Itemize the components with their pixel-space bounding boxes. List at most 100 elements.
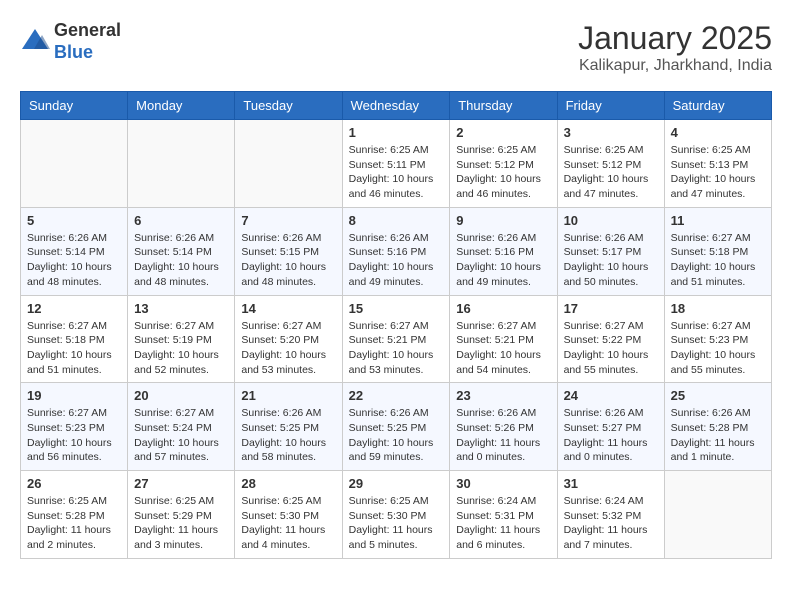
day-number: 29 [349, 476, 444, 491]
title-section: January 2025 Kalikapur, Jharkhand, India [578, 20, 772, 75]
calendar-cell: 13 Sunrise: 6:27 AM Sunset: 5:19 PM Dayli… [128, 295, 235, 383]
calendar-cell: 25 Sunrise: 6:26 AM Sunset: 5:28 PM Dayli… [664, 383, 771, 471]
calendar-cell: 6 Sunrise: 6:26 AM Sunset: 5:14 PM Daylig… [128, 207, 235, 295]
calendar-cell: 10Sunrise: 6:26 AM Sunset: 5:17 PM Dayli… [557, 207, 664, 295]
calendar-cell [128, 120, 235, 208]
day-number: 25 [671, 388, 765, 403]
weekday-thursday: Thursday [450, 92, 557, 120]
day-info: Sunrise: 6:26 AM Sunset: 5:15 PM Dayligh… [241, 231, 335, 290]
calendar-cell [235, 120, 342, 208]
calendar-cell: 22 Sunrise: 6:26 AM Sunset: 5:25 PM Dayli… [342, 383, 450, 471]
logo-icon [20, 27, 50, 57]
day-number: 10 [564, 213, 658, 228]
day-number: 24 [564, 388, 658, 403]
day-info: Sunrise: 6:27 AM Sunset: 5:20 PM Dayligh… [241, 319, 335, 378]
month-title: January 2025 [578, 20, 772, 57]
calendar-cell: 30Sunrise: 6:24 AM Sunset: 5:31 PM Dayli… [450, 471, 557, 559]
day-info: Sunrise: 6:25 AM Sunset: 5:13 PM Dayligh… [671, 143, 765, 202]
day-number: 14 [241, 301, 335, 316]
calendar-cell: 3 Sunrise: 6:25 AM Sunset: 5:12 PM Daylig… [557, 120, 664, 208]
day-number: 1 [349, 125, 444, 140]
day-number: 7 [241, 213, 335, 228]
calendar-cell: 11 Sunrise: 6:27 AM Sunset: 5:18 PM Dayli… [664, 207, 771, 295]
calendar-cell: 16Sunrise: 6:27 AM Sunset: 5:21 PM Dayli… [450, 295, 557, 383]
day-number: 15 [349, 301, 444, 316]
calendar-cell: 21Sunrise: 6:26 AM Sunset: 5:25 PM Dayli… [235, 383, 342, 471]
day-number: 4 [671, 125, 765, 140]
day-info: Sunrise: 6:26 AM Sunset: 5:14 PM Dayligh… [134, 231, 228, 290]
calendar-cell: 29Sunrise: 6:25 AM Sunset: 5:30 PM Dayli… [342, 471, 450, 559]
weekday-tuesday: Tuesday [235, 92, 342, 120]
day-number: 28 [241, 476, 335, 491]
day-number: 20 [134, 388, 228, 403]
day-number: 19 [27, 388, 121, 403]
calendar: SundayMondayTuesdayWednesdayThursdayFrid… [20, 91, 772, 559]
day-info: Sunrise: 6:24 AM Sunset: 5:31 PM Dayligh… [456, 494, 550, 553]
calendar-cell: 26 Sunrise: 6:25 AM Sunset: 5:28 PM Dayli… [21, 471, 128, 559]
calendar-cell: 23Sunrise: 6:26 AM Sunset: 5:26 PM Dayli… [450, 383, 557, 471]
day-number: 12 [27, 301, 121, 316]
day-info: Sunrise: 6:25 AM Sunset: 5:11 PM Dayligh… [349, 143, 444, 202]
day-info: Sunrise: 6:25 AM Sunset: 5:28 PM Dayligh… [27, 494, 121, 553]
day-info: Sunrise: 6:27 AM Sunset: 5:21 PM Dayligh… [349, 319, 444, 378]
logo: General Blue [20, 20, 121, 63]
day-info: Sunrise: 6:27 AM Sunset: 5:24 PM Dayligh… [134, 406, 228, 465]
day-info: Sunrise: 6:26 AM Sunset: 5:26 PM Dayligh… [456, 406, 550, 465]
calendar-cell: 18 Sunrise: 6:27 AM Sunset: 5:23 PM Dayli… [664, 295, 771, 383]
day-number: 9 [456, 213, 550, 228]
logo-text: General Blue [54, 20, 121, 63]
day-info: Sunrise: 6:27 AM Sunset: 5:18 PM Dayligh… [27, 319, 121, 378]
calendar-cell: 7 Sunrise: 6:26 AM Sunset: 5:15 PM Daylig… [235, 207, 342, 295]
day-info: Sunrise: 6:27 AM Sunset: 5:23 PM Dayligh… [27, 406, 121, 465]
calendar-cell: 1 Sunrise: 6:25 AM Sunset: 5:11 PM Daylig… [342, 120, 450, 208]
day-info: Sunrise: 6:27 AM Sunset: 5:19 PM Dayligh… [134, 319, 228, 378]
day-info: Sunrise: 6:25 AM Sunset: 5:12 PM Dayligh… [456, 143, 550, 202]
calendar-header: SundayMondayTuesdayWednesdayThursdayFrid… [21, 92, 772, 120]
day-info: Sunrise: 6:25 AM Sunset: 5:12 PM Dayligh… [564, 143, 658, 202]
calendar-cell: 4 Sunrise: 6:25 AM Sunset: 5:13 PM Daylig… [664, 120, 771, 208]
calendar-cell [664, 471, 771, 559]
day-number: 8 [349, 213, 444, 228]
day-info: Sunrise: 6:27 AM Sunset: 5:23 PM Dayligh… [671, 319, 765, 378]
calendar-cell [21, 120, 128, 208]
calendar-cell: 2Sunrise: 6:25 AM Sunset: 5:12 PM Daylig… [450, 120, 557, 208]
day-number: 16 [456, 301, 550, 316]
page-header: General Blue January 2025 Kalikapur, Jha… [20, 20, 772, 75]
day-number: 11 [671, 213, 765, 228]
calendar-cell: 9 Sunrise: 6:26 AM Sunset: 5:16 PM Daylig… [450, 207, 557, 295]
logo-blue: Blue [54, 42, 121, 64]
calendar-cell: 19 Sunrise: 6:27 AM Sunset: 5:23 PM Dayli… [21, 383, 128, 471]
day-number: 5 [27, 213, 121, 228]
day-number: 31 [564, 476, 658, 491]
week-row-3: 12 Sunrise: 6:27 AM Sunset: 5:18 PM Dayli… [21, 295, 772, 383]
day-number: 13 [134, 301, 228, 316]
day-number: 3 [564, 125, 658, 140]
weekday-wednesday: Wednesday [342, 92, 450, 120]
day-number: 26 [27, 476, 121, 491]
day-info: Sunrise: 6:26 AM Sunset: 5:14 PM Dayligh… [27, 231, 121, 290]
day-number: 18 [671, 301, 765, 316]
week-row-4: 19 Sunrise: 6:27 AM Sunset: 5:23 PM Dayli… [21, 383, 772, 471]
week-row-5: 26 Sunrise: 6:25 AM Sunset: 5:28 PM Dayli… [21, 471, 772, 559]
logo-general: General [54, 20, 121, 42]
day-number: 22 [349, 388, 444, 403]
day-info: Sunrise: 6:25 AM Sunset: 5:30 PM Dayligh… [241, 494, 335, 553]
day-info: Sunrise: 6:26 AM Sunset: 5:28 PM Dayligh… [671, 406, 765, 465]
calendar-cell: 27Sunrise: 6:25 AM Sunset: 5:29 PM Dayli… [128, 471, 235, 559]
weekday-friday: Friday [557, 92, 664, 120]
day-info: Sunrise: 6:27 AM Sunset: 5:22 PM Dayligh… [564, 319, 658, 378]
day-info: Sunrise: 6:27 AM Sunset: 5:18 PM Dayligh… [671, 231, 765, 290]
day-info: Sunrise: 6:26 AM Sunset: 5:16 PM Dayligh… [349, 231, 444, 290]
day-number: 6 [134, 213, 228, 228]
weekday-row: SundayMondayTuesdayWednesdayThursdayFrid… [21, 92, 772, 120]
calendar-cell: 8 Sunrise: 6:26 AM Sunset: 5:16 PM Daylig… [342, 207, 450, 295]
calendar-cell: 14 Sunrise: 6:27 AM Sunset: 5:20 PM Dayli… [235, 295, 342, 383]
day-info: Sunrise: 6:26 AM Sunset: 5:25 PM Dayligh… [349, 406, 444, 465]
day-info: Sunrise: 6:24 AM Sunset: 5:32 PM Dayligh… [564, 494, 658, 553]
day-info: Sunrise: 6:26 AM Sunset: 5:25 PM Dayligh… [241, 406, 335, 465]
weekday-sunday: Sunday [21, 92, 128, 120]
calendar-body: 1 Sunrise: 6:25 AM Sunset: 5:11 PM Daylig… [21, 120, 772, 559]
calendar-cell: 15 Sunrise: 6:27 AM Sunset: 5:21 PM Dayli… [342, 295, 450, 383]
calendar-cell: 12 Sunrise: 6:27 AM Sunset: 5:18 PM Dayli… [21, 295, 128, 383]
day-info: Sunrise: 6:26 AM Sunset: 5:16 PM Dayligh… [456, 231, 550, 290]
